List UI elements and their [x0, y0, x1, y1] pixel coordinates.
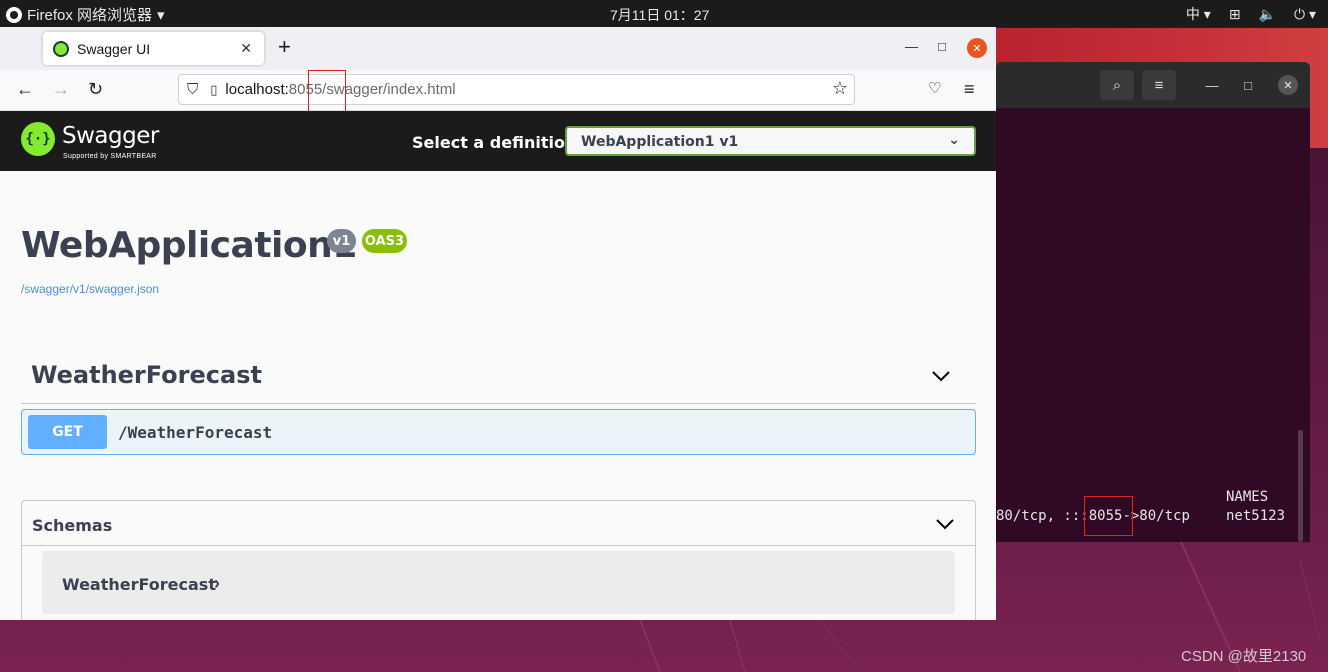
network-icon[interactable]: ⊞ [1229, 6, 1241, 23]
swagger-brand: Swagger [62, 123, 159, 149]
volume-icon[interactable]: 🔈 [1259, 6, 1276, 23]
oas-badge: OAS3 [362, 229, 407, 253]
definition-select-label: Select a definition [412, 133, 577, 152]
input-method-indicator[interactable]: 中 ▾ [1186, 4, 1211, 24]
spec-link[interactable]: /swagger/v1/swagger.json [21, 282, 159, 296]
search-icon[interactable]: ⌕ [1100, 70, 1134, 100]
chevron-right-icon: › [214, 573, 220, 593]
firefox-icon [6, 6, 22, 23]
port-highlight-box-url [308, 70, 346, 116]
tab-title: Swagger UI [77, 40, 151, 57]
power-icon[interactable]: ⏻ ▾ [1294, 6, 1316, 23]
bookmark-star-icon[interactable]: ☆ [832, 78, 848, 99]
new-tab-plus-icon[interactable]: + [278, 36, 291, 58]
chevron-down-icon: ⌄ [948, 132, 960, 148]
reload-icon[interactable]: ↻ [88, 79, 103, 100]
forward-arrow-icon[interactable]: → [52, 79, 70, 100]
close-icon[interactable]: ✕ [1278, 75, 1298, 95]
port-highlight-box-terminal [1084, 496, 1133, 536]
version-badge: v1 [327, 229, 356, 253]
chevron-down-icon[interactable] [934, 513, 956, 535]
navigation-bar: ← → ↻ ⛉ ▯ localhost: 8055/swagger/index.h… [0, 70, 996, 111]
maximize-icon[interactable]: □ [1238, 75, 1258, 95]
back-arrow-icon[interactable]: ← [16, 79, 34, 100]
maximize-icon[interactable]: □ [938, 39, 946, 54]
firefox-window[interactable]: Swagger UI ✕ + — □ ✕ ← → ↻ ⛉ ▯ localhost… [0, 27, 996, 620]
terminal-names-header: NAMES [1226, 489, 1269, 505]
tab-bar: Swagger UI ✕ + — □ ✕ [0, 27, 996, 70]
chevron-down-icon[interactable] [930, 365, 952, 387]
url-host: localhost: [225, 81, 289, 98]
operation-get-weatherforecast[interactable]: GET /WeatherForecast [21, 409, 976, 455]
shield-icon[interactable]: ⛉ [187, 81, 198, 98]
watermark: CSDN @故里2130 [1181, 648, 1307, 665]
definition-select[interactable]: WebApplication1 v1 ⌄ [565, 126, 976, 156]
swagger-topbar: {·} Swagger Supported by SMARTBEAR Selec… [0, 111, 996, 171]
app-name: Firefox 网络浏览器 [27, 7, 153, 24]
tab-swagger-ui[interactable]: Swagger UI ✕ [43, 32, 264, 65]
chevron-down-icon: ▾ [157, 6, 165, 24]
swagger-brand-sub: Supported by SMARTBEAR [63, 153, 157, 160]
terminal-header[interactable]: ⌕ ≡ — □ ✕ [996, 62, 1310, 108]
schemas-divider [22, 545, 975, 546]
minimize-icon[interactable]: — [905, 39, 918, 54]
schemas-section: Schemas WeatherForecast › [21, 500, 976, 620]
hamburger-menu-icon[interactable]: ≡ [964, 79, 975, 100]
system-top-bar: Firefox 网络浏览器 ▾ 7月11日 01：27 中 ▾ ⊞ 🔈 ⏻ ▾ [0, 0, 1328, 27]
schemas-title[interactable]: Schemas [32, 516, 112, 535]
close-tab-icon[interactable]: ✕ [240, 40, 252, 57]
definition-select-value: WebApplication1 v1 [581, 134, 739, 150]
swagger-favicon-icon [53, 40, 69, 57]
terminal-window[interactable]: ⌕ ≡ — □ ✕ NAMES 80/tcp, :::8055->80/tcp … [996, 62, 1310, 542]
close-window-icon[interactable]: ✕ [967, 38, 987, 58]
minimize-icon[interactable]: — [1202, 75, 1222, 95]
page-info-icon[interactable]: ▯ [210, 82, 217, 98]
terminal-scrollbar[interactable] [1298, 430, 1303, 542]
method-badge: GET [28, 415, 107, 449]
terminal-container-name: net5123 [1226, 508, 1286, 524]
pocket-icon[interactable]: ♡ [928, 79, 941, 97]
schema-model-name: WeatherForecast [62, 575, 216, 594]
swagger-logo-icon[interactable]: {·} [21, 122, 55, 156]
url-bar[interactable]: ⛉ ▯ localhost: 8055/swagger/index.html ☆ [178, 74, 855, 105]
menu-icon[interactable]: ≡ [1142, 70, 1176, 100]
api-title: WebApplication1 [21, 225, 357, 266]
operation-path: /WeatherForecast [118, 423, 273, 442]
clock[interactable]: 7月11日 01：27 [610, 5, 709, 25]
tag-title[interactable]: WeatherForecast [31, 361, 262, 389]
app-menu[interactable]: Firefox 网络浏览器 ▾ [6, 4, 165, 25]
tag-divider [21, 403, 976, 404]
system-tray[interactable]: 中 ▾ ⊞ 🔈 ⏻ ▾ [1186, 4, 1316, 24]
schema-model[interactable]: WeatherForecast › [42, 551, 955, 614]
